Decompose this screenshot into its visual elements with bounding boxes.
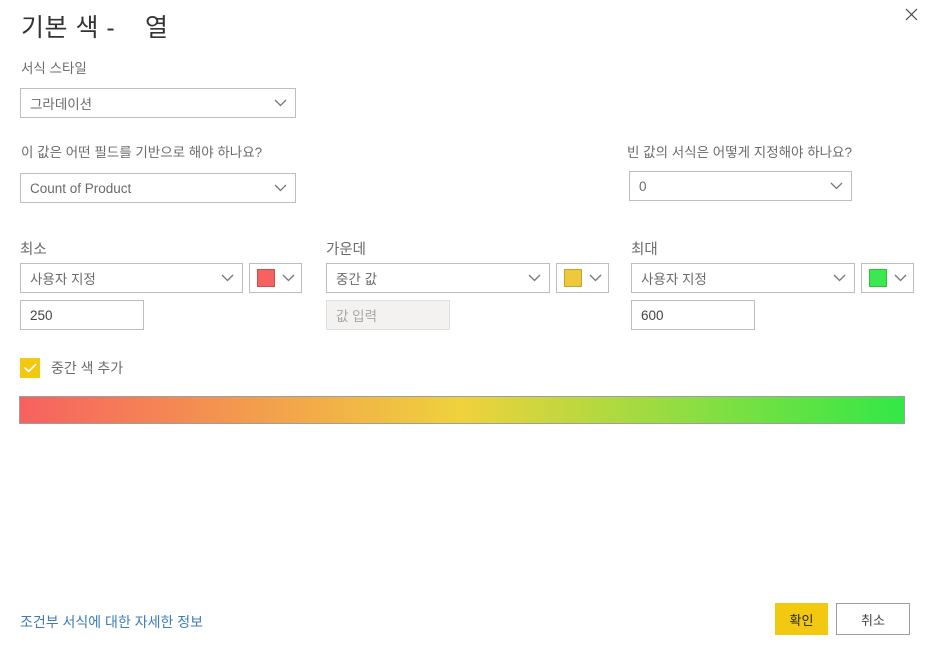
center-label: 가운데 — [326, 242, 367, 258]
minimum-rule-value: 사용자 지정 — [30, 272, 96, 287]
maximum-label: 최대 — [631, 242, 658, 258]
center-value-input: 값 입력 — [326, 300, 450, 330]
center-group: 가운데 중간 값 값 입력 — [326, 238, 609, 330]
center-value-placeholder: 값 입력 — [336, 309, 378, 324]
cancel-button[interactable]: 취소 — [836, 603, 910, 635]
ok-button[interactable]: 확인 — [775, 603, 828, 635]
close-glyph — [905, 8, 917, 20]
close-icon[interactable] — [894, 0, 928, 28]
add-middle-color-checkbox[interactable]: 중간 색 추가 — [20, 358, 123, 378]
add-middle-color-label: 중간 색 추가 — [51, 360, 124, 376]
maximum-rule-dropdown[interactable]: 사용자 지정 — [631, 263, 855, 293]
basis-field-dropdown[interactable]: Count of Product — [20, 173, 296, 203]
conditional-formatting-dialog: 기본 색 - 열 서식 스타일 그라데이션 이 값은 어떤 필드를 기반으로 해… — [0, 0, 932, 651]
gradient-preview-bar — [19, 396, 905, 424]
format-style-label: 서식 스타일 — [21, 61, 87, 76]
format-style-value: 그라데이션 — [30, 97, 93, 112]
maximum-color-swatch — [869, 269, 887, 287]
blank-values-label: 빈 값의 서식은 어떻게 지정해야 하나요? — [627, 145, 852, 160]
maximum-value-text: 600 — [641, 307, 664, 323]
center-controls-row: 중간 값 — [326, 263, 609, 293]
maximum-rule-value: 사용자 지정 — [641, 272, 707, 287]
minimum-color-swatch — [257, 269, 275, 287]
chevron-down-icon — [282, 269, 295, 287]
minimum-controls-row: 사용자 지정 — [20, 263, 302, 293]
center-color-picker[interactable] — [556, 263, 609, 293]
minimum-group: 최소 사용자 지정 250 — [20, 238, 302, 330]
basis-field-label: 이 값은 어떤 필드를 기반으로 해야 하나요? — [21, 145, 263, 160]
basis-field-value: Count of Product — [30, 180, 132, 196]
center-rule-value: 중간 값 — [336, 272, 378, 287]
format-style-dropdown[interactable]: 그라데이션 — [20, 88, 296, 118]
minimum-value-input[interactable]: 250 — [20, 300, 144, 330]
chevron-down-icon — [221, 274, 234, 282]
maximum-group: 최대 사용자 지정 600 — [631, 238, 914, 330]
check-icon — [23, 363, 36, 373]
minimum-color-picker[interactable] — [249, 263, 302, 293]
chevron-down-icon — [274, 99, 287, 107]
minimum-value-text: 250 — [30, 307, 53, 323]
chevron-down-icon — [589, 269, 602, 287]
chevron-down-icon — [830, 182, 843, 190]
blank-values-value: 0 — [639, 178, 647, 194]
page-title: 기본 색 - 열 — [21, 14, 169, 42]
chevron-down-icon — [528, 274, 541, 282]
chevron-down-icon — [274, 184, 287, 192]
maximum-controls-row: 사용자 지정 — [631, 263, 914, 293]
checkbox-box — [20, 358, 40, 378]
center-color-swatch — [564, 269, 582, 287]
center-rule-dropdown[interactable]: 중간 값 — [326, 263, 550, 293]
maximum-color-picker[interactable] — [861, 263, 914, 293]
minimum-label: 최소 — [20, 242, 47, 258]
minimum-rule-dropdown[interactable]: 사용자 지정 — [20, 263, 243, 293]
chevron-down-icon — [833, 274, 846, 282]
blank-values-dropdown[interactable]: 0 — [629, 171, 852, 201]
maximum-value-input[interactable]: 600 — [631, 300, 755, 330]
chevron-down-icon — [894, 269, 907, 287]
conditional-formatting-help-link[interactable]: 조건부 서식에 대한 자세한 정보 — [20, 612, 203, 632]
